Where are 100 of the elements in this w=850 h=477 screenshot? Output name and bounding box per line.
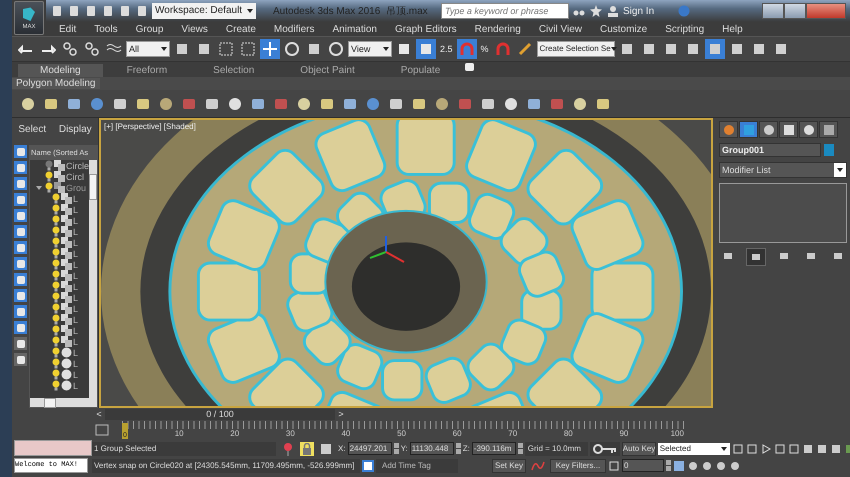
object-name[interactable]: L — [73, 248, 78, 258]
modifier-stack[interactable] — [719, 183, 847, 243]
light-bulb-icon[interactable] — [52, 358, 60, 369]
menu-item[interactable]: Group — [126, 24, 172, 34]
ribbon-tab[interactable]: Modeling — [18, 64, 103, 77]
minimize-button[interactable] — [762, 3, 784, 19]
set-key-button[interactable]: Set Key — [492, 458, 526, 472]
light-bulb-icon[interactable] — [52, 193, 60, 204]
command-panel-tab[interactable] — [799, 121, 818, 138]
key-icon[interactable] — [590, 442, 620, 456]
selection-filter-dropdown[interactable]: All — [126, 41, 170, 57]
coordinate-field[interactable]: -390.116m — [472, 442, 516, 455]
object-name[interactable]: L — [73, 270, 78, 280]
object-name[interactable]: L — [73, 282, 78, 292]
light-bulb-icon[interactable] — [52, 281, 60, 292]
object-name[interactable]: L — [73, 238, 78, 248]
explorer-tab[interactable]: Display — [58, 124, 92, 134]
maximize-button[interactable] — [784, 3, 806, 19]
spinner-arrows-icon[interactable] — [666, 460, 671, 471]
percent-snap-toggle[interactable]: % — [478, 39, 491, 59]
spinner-arrows-icon[interactable] — [456, 443, 461, 454]
light-bulb-icon[interactable] — [52, 380, 60, 391]
menu-item[interactable]: Animation — [323, 24, 386, 34]
object-name[interactable]: L — [73, 216, 78, 226]
sign-in-link[interactable]: Sign In — [623, 6, 654, 16]
menu-item[interactable]: Customize — [590, 24, 656, 34]
reference-coordinate-dropdown[interactable]: View — [348, 41, 392, 57]
menu-item[interactable]: Graph Editors — [386, 24, 466, 34]
search-field[interactable]: Type a keyword or phrase — [441, 3, 569, 19]
menu-item[interactable]: Tools — [85, 24, 127, 34]
menu-item[interactable]: Rendering — [466, 24, 530, 34]
light-bulb-icon[interactable] — [52, 237, 60, 248]
command-panel-tab[interactable] — [759, 121, 778, 138]
object-name[interactable]: L — [73, 314, 78, 324]
next-frame-button[interactable]: > — [335, 409, 347, 419]
object-name[interactable]: L — [73, 260, 78, 270]
menu-item[interactable]: Scripting — [656, 24, 714, 34]
rotate-icon[interactable] — [282, 39, 302, 59]
light-bulb-icon[interactable] — [52, 369, 60, 380]
light-bulb-icon[interactable] — [52, 347, 60, 358]
key-filters-button[interactable]: Key Filters... — [550, 458, 606, 472]
explorer-tab[interactable]: Select — [18, 124, 46, 134]
light-bulb-icon[interactable] — [52, 226, 60, 237]
object-name[interactable]: Circle — [66, 160, 90, 170]
light-bulb-icon[interactable] — [52, 270, 60, 281]
auto-key-button[interactable]: Auto Key — [622, 442, 656, 456]
move-icon[interactable] — [260, 39, 280, 59]
object-name[interactable]: L — [73, 226, 78, 236]
spinner-arrows-icon[interactable] — [394, 443, 399, 454]
menu-item[interactable]: Modifiers — [264, 24, 324, 34]
ribbon-tab[interactable]: Object Paint — [278, 64, 377, 77]
light-bulb-icon[interactable] — [52, 204, 60, 215]
ribbon-tab[interactable]: Populate — [378, 64, 462, 77]
named-selection-dropdown[interactable]: Create Selection Se — [536, 41, 615, 57]
maxscript-input-field[interactable] — [14, 440, 92, 456]
command-panel-tab[interactable] — [739, 121, 758, 138]
star-icon[interactable] — [589, 4, 603, 18]
object-name[interactable]: Circl — [66, 172, 84, 182]
command-panel-tab[interactable] — [779, 121, 798, 138]
close-button[interactable] — [806, 3, 846, 19]
snaps-toggle[interactable]: 2.5 — [438, 39, 455, 59]
current-frame-field[interactable]: 0 — [622, 459, 664, 472]
ribbon-panel-tab[interactable]: Polygon Modeling — [12, 78, 100, 89]
light-bulb-icon[interactable] — [52, 259, 60, 270]
object-name[interactable]: L — [73, 358, 78, 368]
object-name[interactable]: L — [73, 292, 78, 302]
workspace-dropdown[interactable]: Workspace: Default — [152, 3, 256, 19]
menu-item[interactable]: Help — [713, 24, 752, 34]
light-bulb-icon[interactable] — [52, 215, 60, 226]
light-bulb-icon[interactable] — [52, 248, 60, 259]
object-name[interactable]: L — [73, 370, 78, 380]
light-bulb-icon[interactable] — [45, 182, 53, 193]
object-name[interactable]: L — [73, 326, 78, 336]
play-icon[interactable] — [760, 442, 772, 456]
light-bulb-icon[interactable] — [45, 171, 53, 182]
horizontal-scrollbar[interactable] — [30, 398, 97, 407]
object-name[interactable]: L — [73, 380, 78, 390]
object-name[interactable]: L — [73, 194, 78, 204]
menu-item[interactable]: Civil View — [530, 24, 591, 34]
menu-item[interactable]: Create — [216, 24, 265, 34]
time-tag-icon[interactable] — [362, 460, 374, 472]
spinner-arrows-icon[interactable] — [518, 443, 523, 454]
object-name-field[interactable]: Group001 — [719, 143, 821, 157]
coordinate-field[interactable]: 11130.448 — [410, 442, 454, 455]
light-bulb-icon[interactable] — [52, 303, 60, 314]
coordinate-field[interactable]: 24497.201 — [348, 442, 392, 455]
ribbon-tab[interactable]: Freeform — [104, 64, 190, 77]
modifier-list-dropdown[interactable]: Modifier List — [719, 162, 847, 178]
command-panel-tab[interactable] — [719, 121, 738, 138]
object-name[interactable]: L — [73, 336, 78, 346]
object-name[interactable]: L — [73, 204, 78, 214]
command-panel-tab[interactable] — [819, 121, 838, 138]
vertical-scrollbar[interactable] — [89, 160, 97, 398]
ribbon-tab[interactable]: Selection — [191, 64, 276, 77]
add-time-tag-button[interactable]: Add Time Tag — [376, 458, 458, 472]
object-color-swatch[interactable] — [824, 144, 834, 156]
object-name[interactable]: L — [73, 348, 78, 358]
light-bulb-icon[interactable] — [52, 292, 60, 303]
previous-frame-button[interactable]: < — [93, 409, 105, 419]
selection-lock-toggle[interactable] — [300, 442, 314, 456]
